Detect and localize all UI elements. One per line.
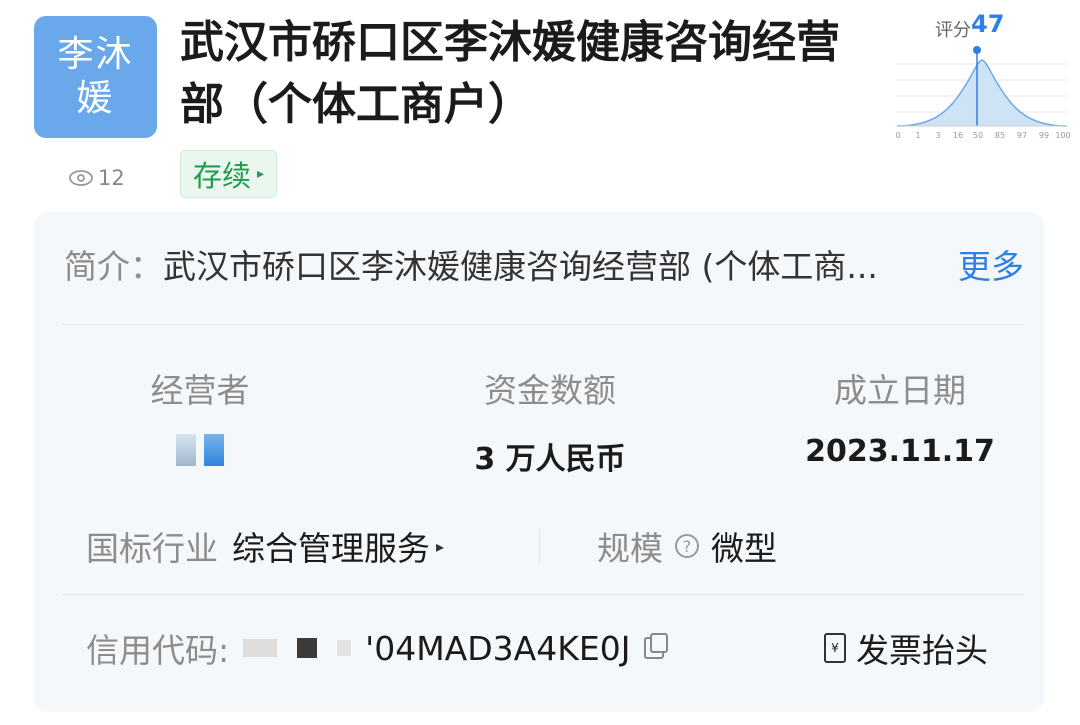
more-link[interactable]: 更多 (958, 240, 1024, 288)
view-count-value: 12 (98, 166, 125, 190)
caret-right-icon: ▸ (436, 536, 445, 556)
industry-value: 综合管理服务 (232, 529, 430, 568)
status-label: 存续 (193, 159, 252, 193)
capital-label: 资金数额 (484, 371, 616, 410)
founded-label: 成立日期 (834, 371, 966, 410)
score-tick: 85 (995, 131, 1005, 140)
stat-capital: 资金数额 3 万人民币 (400, 364, 700, 477)
scale-label: 规模 (597, 529, 663, 568)
credit-label: 信用代码: (86, 631, 230, 670)
eye-icon (69, 170, 93, 186)
score-tick: 97 (1017, 131, 1027, 140)
industry-label: 国标行业 (86, 529, 218, 568)
score-tick: 0 (895, 131, 900, 140)
view-count: 12 (68, 166, 125, 190)
status-badge[interactable]: 存续 ▸ (180, 150, 278, 198)
score-widget[interactable]: 评分 47 0 1 3 16 50 85 97 99 100 (895, 10, 1070, 144)
stat-founded: 成立日期 2023.11.17 (750, 364, 1050, 474)
score-marker (973, 46, 981, 54)
credit-code-row: 信用代码: '04MAD3A4KE0J (86, 624, 669, 672)
divider (62, 594, 1024, 595)
score-tick: 99 (1039, 131, 1049, 140)
capital-value: 3 万人民币 (474, 442, 626, 477)
invoice-label: 发票抬头 (856, 631, 988, 670)
score-tick: 50 (973, 131, 983, 140)
founded-value: 2023.11.17 (805, 434, 995, 469)
score-tick: 100 (1055, 131, 1070, 140)
invoice-title-button[interactable]: ¥ 发票抬头 (824, 624, 988, 672)
stat-operator[interactable]: 经营者 (50, 364, 350, 474)
score-tick: 1 (915, 131, 920, 140)
score-tick: 3 (935, 131, 940, 140)
score-distribution-chart: 0 1 3 16 50 85 97 99 100 (895, 46, 1070, 140)
company-logo: 李沐 媛 (34, 16, 157, 138)
logo-line-1: 李沐 (57, 34, 134, 75)
credit-code-suffix: '04MAD3A4KE0J (365, 628, 631, 668)
credit-code-masked (243, 638, 352, 658)
logo-line-2: 媛 (76, 78, 115, 119)
operator-label: 经营者 (150, 371, 250, 410)
score-tick: 16 (953, 131, 963, 140)
divider (62, 324, 1024, 325)
operator-value-masked (50, 434, 350, 474)
intro-label: 简介： (64, 247, 163, 286)
intro-row: 简介：武汉市硚口区李沐媛健康咨询经营部 (个体工商... (64, 240, 878, 288)
receipt-icon: ¥ (824, 633, 846, 663)
chevron-right-icon: ▸ (257, 166, 265, 182)
help-icon[interactable]: ? (675, 534, 699, 558)
divider-vertical (539, 530, 540, 564)
scale-row: 规模 ? 微型 (597, 522, 777, 570)
intro-text: 武汉市硚口区李沐媛健康咨询经营部 (个体工商... (163, 247, 878, 286)
copy-icon[interactable] (644, 633, 669, 659)
scale-value: 微型 (711, 529, 777, 568)
info-card: 简介：武汉市硚口区李沐媛健康咨询经营部 (个体工商... 更多 经营者 资金数额… (34, 212, 1044, 712)
company-name: 武汉市硚口区李沐媛健康咨询经营部（个体工商户） (180, 17, 840, 130)
industry-row[interactable]: 国标行业 综合管理服务 ▸ (86, 522, 444, 570)
